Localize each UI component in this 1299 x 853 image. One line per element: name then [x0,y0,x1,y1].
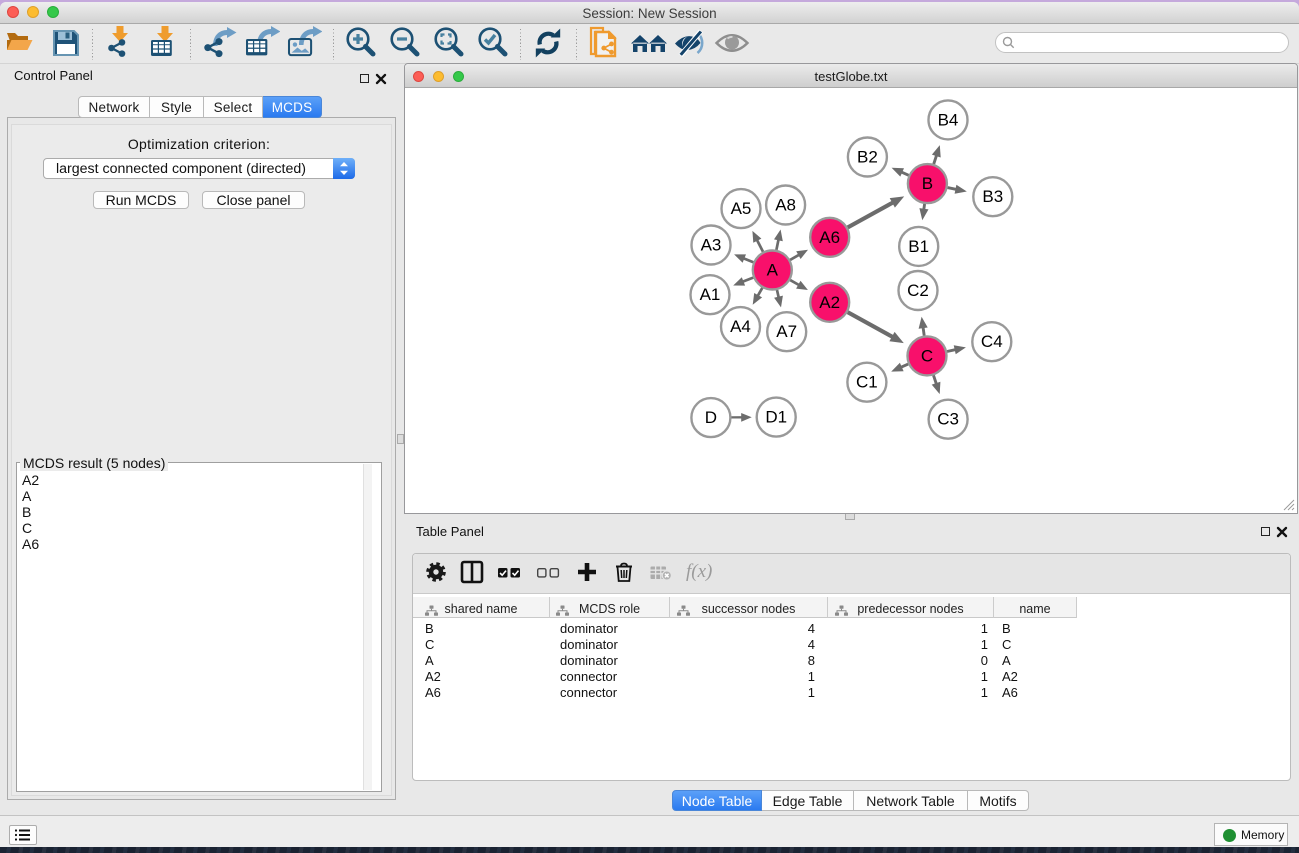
svg-text:A1: A1 [700,285,721,304]
svg-text:C4: C4 [981,332,1003,351]
svg-text:A7: A7 [776,322,797,341]
svg-text:A6: A6 [819,228,840,247]
svg-text:B: B [922,174,933,193]
svg-text:A8: A8 [775,196,796,215]
svg-text:A2: A2 [819,293,840,312]
svg-text:C1: C1 [856,373,878,392]
svg-text:C: C [921,346,933,365]
svg-text:A4: A4 [730,317,751,336]
svg-text:C2: C2 [907,281,929,300]
svg-text:A: A [767,261,779,280]
svg-text:B2: B2 [857,148,878,167]
svg-text:B3: B3 [982,187,1003,206]
svg-text:D1: D1 [765,408,787,427]
svg-text:B1: B1 [908,237,929,256]
svg-text:C3: C3 [937,410,959,429]
svg-text:D: D [705,408,717,427]
svg-text:A3: A3 [701,236,722,255]
svg-text:A5: A5 [731,199,752,218]
svg-text:B4: B4 [938,110,959,129]
